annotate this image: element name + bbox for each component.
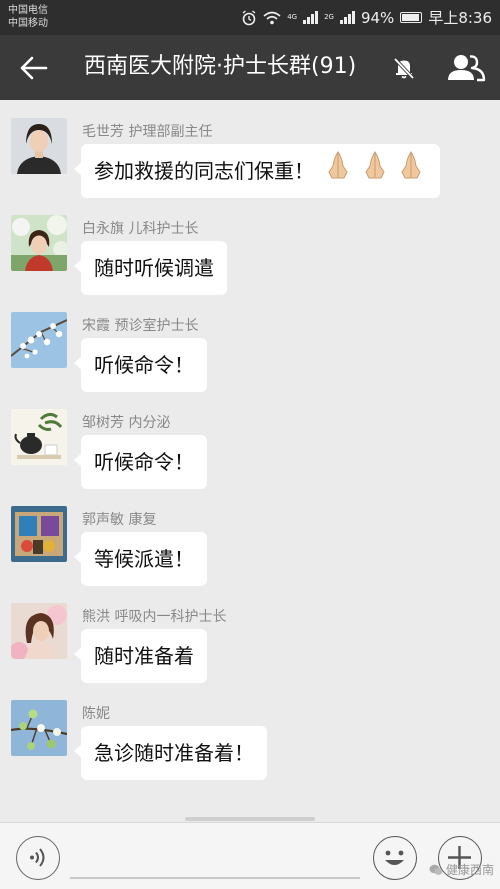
chat-input-bar: 健康西南 [0, 817, 500, 889]
mute-bell-icon [393, 57, 415, 80]
avatar[interactable] [11, 603, 67, 659]
chat-header: 西南医大附院·护士长群(91) [0, 35, 500, 100]
battery-icon [400, 12, 423, 23]
message-item: 郭声敏 康复 等候派遣！ [0, 488, 500, 586]
message-bubble[interactable]: 听候命令！ [74, 435, 207, 489]
message-item: 陈妮 急诊随时准备着！ [0, 682, 500, 780]
battery-percent: 94% [360, 8, 395, 27]
voice-button[interactable] [16, 836, 60, 880]
signal-2-icon [339, 11, 355, 24]
scroll-handle[interactable] [185, 817, 315, 821]
status-indicators: 4G 2G 94% 早上8:36 [241, 7, 492, 28]
message-text: 急诊随时准备着！ [94, 741, 254, 765]
chat-title: 西南医大附院·护士长群(91) [84, 54, 357, 79]
message-item: 邹树芳 内分泌 听候命令！ [0, 391, 500, 489]
message-text: 随时听候调遣 [94, 256, 214, 280]
watermark: 健康西南 [429, 861, 494, 878]
message-item: 宋霞 预诊室护士长 听候命令！ [0, 294, 500, 392]
wifi-icon [263, 11, 281, 24]
avatar[interactable] [11, 215, 67, 271]
avatar[interactable] [11, 118, 67, 174]
carrier-2: 中国移动 [8, 18, 48, 29]
sender-name: 宋霞 预诊室护士长 [82, 318, 199, 334]
carrier-labels: 中国电信 中国移动 [8, 4, 48, 30]
sender-name: 陈妮 [82, 706, 110, 722]
emoji-button[interactable] [373, 836, 417, 880]
message-item: 毛世芳 护理部副主任 参加救援的同志们保重！ [0, 100, 500, 200]
message-bubble[interactable]: 等候派遣！ [74, 532, 207, 586]
watermark-text: 健康西南 [445, 863, 494, 877]
avatar[interactable] [11, 312, 67, 368]
clock: 早上8:36 [428, 9, 492, 27]
signal-1-icon [303, 11, 319, 24]
message-text: 随时准备着 [94, 644, 194, 668]
sender-name: 白永旗 儿科护士长 [82, 221, 199, 237]
message-list[interactable]: 毛世芳 护理部副主任 参加救援的同志们保重！ 白永旗 儿科护士长 随时听候调遣 [0, 100, 500, 822]
avatar[interactable] [11, 700, 67, 756]
wechat-logo-icon [429, 864, 443, 875]
alarm-icon [242, 9, 256, 25]
emoji-icon [385, 850, 404, 865]
sender-name: 郭声敏 康复 [82, 512, 157, 528]
message-item: 白永旗 儿科护士长 随时听候调遣 [0, 197, 500, 295]
carrier-1: 中国电信 [8, 5, 48, 16]
message-bubble[interactable]: 参加救援的同志们保重！ [73, 144, 441, 200]
voice-icon [30, 848, 45, 867]
message-bubble[interactable]: 随时听候调遣 [74, 241, 227, 295]
message-text: 等候派遣！ [94, 547, 194, 571]
sender-name: 邹树芳 内分泌 [82, 415, 171, 431]
group-members-icon[interactable] [446, 52, 486, 84]
message-bubble[interactable]: 听候命令！ [74, 338, 207, 392]
status-bar: 中国电信 中国移动 4G 2G 94% 早上8:36 [0, 0, 500, 35]
avatar[interactable] [11, 506, 67, 562]
sender-name: 毛世芳 护理部副主任 [82, 124, 213, 140]
network-type-2: 2G [324, 13, 334, 21]
sender-name: 熊洪 呼吸内一科护士长 [82, 609, 227, 625]
message-text: 参加救援的同志们保重！ [94, 159, 314, 183]
back-arrow-icon[interactable] [18, 53, 50, 83]
pray-hands-emoji [324, 146, 427, 200]
message-bubble[interactable]: 随时准备着 [74, 629, 207, 683]
message-text: 听候命令！ [94, 353, 194, 377]
message-bubble[interactable]: 急诊随时准备着！ [74, 726, 267, 780]
message-text: 听候命令！ [94, 450, 194, 474]
message-item: 熊洪 呼吸内一科护士长 随时准备着 [0, 585, 500, 683]
network-type-1: 4G [287, 13, 298, 21]
message-input[interactable] [70, 877, 360, 879]
avatar[interactable] [11, 409, 67, 465]
